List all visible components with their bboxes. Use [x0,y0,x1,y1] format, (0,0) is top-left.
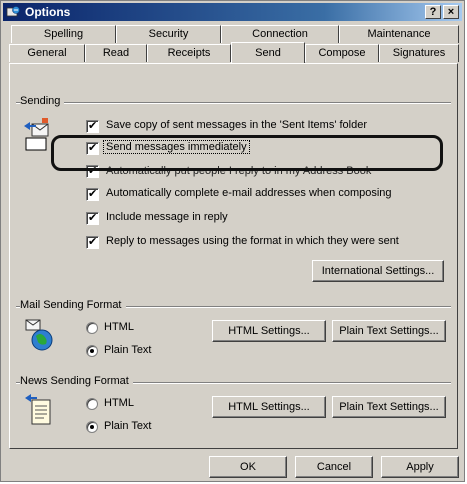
send-tab-panel: Sending Save copy of sent messages in th… [9,63,458,449]
save-copy-label: Save copy of sent messages in the 'Sent … [106,119,368,131]
tab-receipts[interactable]: Receipts [147,44,231,62]
save-copy-checkbox[interactable] [86,119,99,133]
mail-plain-text-settings-button[interactable]: Plain Text Settings... [332,320,446,342]
mail-html-label: HTML [104,321,134,333]
tab-signatures[interactable]: Signatures [379,44,459,62]
auto-complete-label: Automatically complete e-mail addresses … [106,187,392,199]
include-message-label: Include message in reply [106,211,228,223]
window-title: Options [25,5,71,19]
news-html-settings-button[interactable]: HTML Settings... [212,396,326,418]
tab-compose[interactable]: Compose [305,44,379,62]
cancel-button[interactable]: Cancel [295,456,373,478]
news-plain-text-settings-button[interactable]: Plain Text Settings... [332,396,446,418]
options-app-icon [6,6,20,17]
apply-button[interactable]: Apply [381,456,459,478]
tab-connection[interactable]: Connection [221,25,339,43]
mail-html-settings-button[interactable]: HTML Settings... [212,320,326,342]
news-html-radio[interactable] [86,398,98,410]
news-plain-text-radio[interactable] [86,421,98,433]
tab-security[interactable]: Security [116,25,221,43]
tab-maintenance[interactable]: Maintenance [339,25,459,43]
tab-general[interactable]: General [9,44,85,62]
reply-format-checkbox[interactable] [86,235,99,249]
reply-format-label: Reply to messages using the format in wh… [106,235,399,247]
options-dialog: Options ? × Spelling Security Connection… [0,0,465,482]
mail-globe-icon [25,319,53,351]
tab-row-front: General Read Receipts Send Compose Signa… [9,42,459,63]
send-envelope-icon [24,118,49,151]
highlight-annotation [51,135,443,171]
news-format-group-label: News Sending Format [20,375,133,387]
title-bar[interactable]: Options ? × [3,3,462,21]
mail-format-group-label: Mail Sending Format [20,299,126,311]
news-html-label: HTML [104,397,134,409]
tab-send[interactable]: Send [231,42,305,63]
news-plain-text-label: Plain Text [104,420,152,432]
tab-read[interactable]: Read [85,44,147,62]
mail-plain-text-label: Plain Text [104,344,152,356]
mail-html-radio[interactable] [86,322,98,334]
news-document-icon [25,394,51,425]
tab-row-back: Spelling Security Connection Maintenance [11,25,459,43]
ok-button[interactable]: OK [209,456,287,478]
help-button[interactable]: ? [425,5,441,19]
close-button[interactable]: × [443,5,459,19]
auto-complete-checkbox[interactable] [86,187,99,201]
include-message-checkbox[interactable] [86,211,99,225]
mail-plain-text-radio[interactable] [86,345,98,357]
sending-divider [16,102,451,104]
international-settings-button[interactable]: International Settings... [312,260,444,282]
tab-spelling[interactable]: Spelling [11,25,116,43]
sending-group-label: Sending [20,95,65,107]
